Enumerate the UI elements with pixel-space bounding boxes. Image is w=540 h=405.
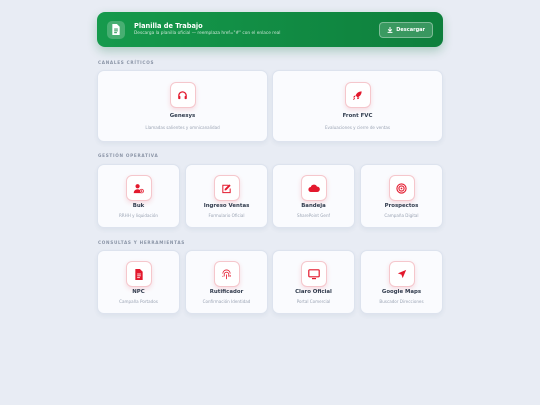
card-subtitle: Buscador Direcciones: [379, 299, 424, 304]
target-icon: [388, 175, 415, 201]
card-title: Prospectos: [384, 203, 419, 209]
card-title: NPC: [132, 289, 145, 295]
section-gestion-operativa: GESTIÓN OPERATIVA: [98, 153, 159, 158]
card-genesys[interactable]: Genesys Llamadas salientes y omnicanalid…: [97, 70, 268, 142]
card-prospectos[interactable]: Prospectos Campaña Digital: [360, 164, 443, 228]
card-rutificador[interactable]: Rutificador Confirmación Identidad: [185, 250, 268, 314]
banner-title: Planilla de Trabajo: [134, 22, 203, 30]
card-subtitle: Portal Comercial: [296, 299, 331, 304]
card-subtitle: Campaña Digital: [384, 213, 419, 218]
card-title: Google Maps: [381, 289, 422, 295]
section-canales-criticos: CANALES CRÍTICOS: [98, 60, 155, 65]
fingerprint-icon: [213, 261, 240, 287]
download-button-label: Descargar: [396, 26, 425, 33]
card-title: Rutificador: [209, 289, 244, 295]
card-claro-oficial[interactable]: Claro Oficial Portal Comercial: [272, 250, 355, 314]
card-buk[interactable]: Buk RRHH y liquidación: [97, 164, 180, 228]
card-subtitle: Formulario Oficial: [208, 213, 245, 218]
download-banner: Planilla de Trabajo Descarga la planilla…: [97, 12, 443, 47]
card-title: Bandeja: [301, 203, 326, 209]
banner-subtitle: Descarga la planilla oficial — reemplaza…: [134, 31, 281, 36]
card-title: Front FVC: [342, 113, 373, 119]
card-subtitle: RRHH y liquidación: [118, 213, 159, 218]
card-bandeja[interactable]: Bandeja SharePoint Genf: [272, 164, 355, 228]
headset-icon: [169, 82, 196, 108]
card-title: Ingreso Ventas: [203, 203, 250, 209]
location-arrow-icon: [388, 261, 415, 287]
card-title: Buk: [132, 203, 145, 209]
download-icon: [387, 26, 393, 33]
cloud-icon: [300, 175, 327, 201]
card-title: Claro Oficial: [295, 289, 332, 295]
rocket-icon: [344, 82, 371, 108]
card-subtitle: Confirmación Identidad: [202, 299, 251, 304]
card-title: Genesys: [169, 113, 196, 119]
section-consultas-herramientas: CONSULTAS Y HERRAMIENTAS: [98, 240, 185, 245]
card-subtitle: SharePoint Genf: [296, 213, 330, 218]
user-plus-icon: [125, 175, 152, 201]
card-npc[interactable]: NPC Campaña Portados: [97, 250, 180, 314]
card-google-maps[interactable]: Google Maps Buscador Direcciones: [360, 250, 443, 314]
card-subtitle: Llamadas salientes y omnicanalidad: [145, 125, 220, 130]
download-button[interactable]: Descargar: [379, 21, 433, 38]
card-subtitle: Campaña Portados: [119, 299, 158, 304]
edit-icon: [213, 175, 240, 201]
monitor-icon: [300, 261, 327, 287]
spreadsheet-file-icon: [107, 20, 125, 39]
card-ingreso-ventas[interactable]: Ingreso Ventas Formulario Oficial: [185, 164, 268, 228]
card-front-fvc[interactable]: Front FVC Evaluaciones y cierre de venta…: [272, 70, 443, 142]
card-subtitle: Evaluaciones y cierre de ventas: [324, 125, 391, 130]
document-icon: [125, 261, 152, 287]
